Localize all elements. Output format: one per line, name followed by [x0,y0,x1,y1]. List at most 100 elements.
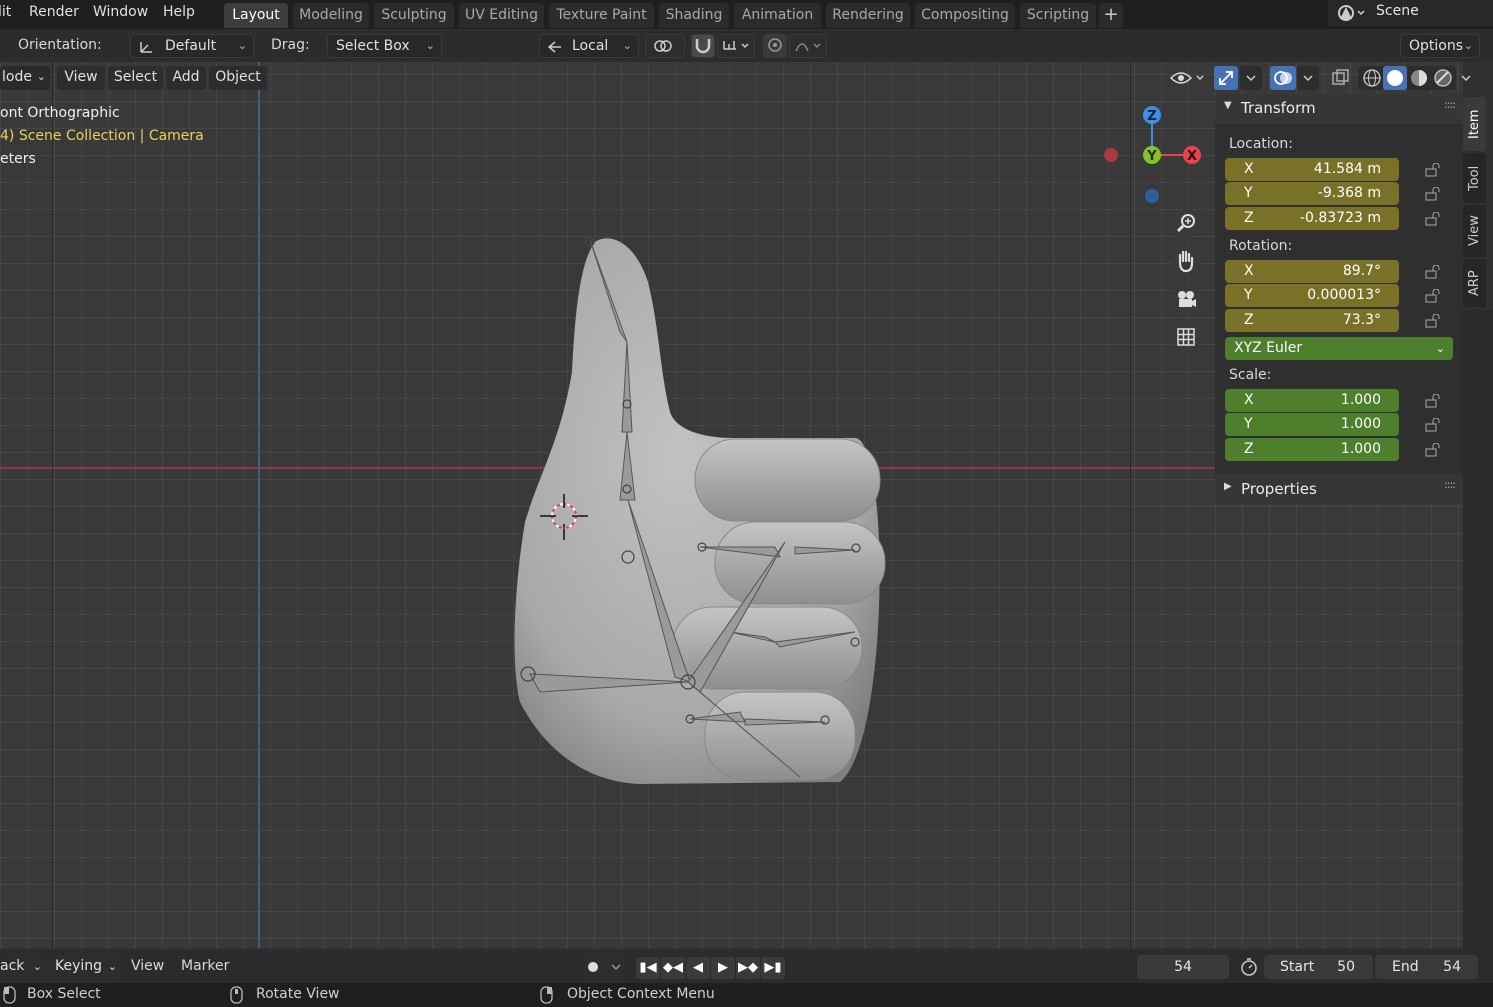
add-workspace-button[interactable]: + [1099,3,1123,28]
tab-sculpting[interactable]: Sculpting [374,3,454,28]
tab-compositing[interactable]: Compositing [915,3,1015,28]
pan-button[interactable] [1171,246,1201,276]
wireframe-shading-icon[interactable] [1360,66,1384,90]
tab-layout[interactable]: Layout [224,3,288,28]
tab-shading[interactable]: Shading [659,3,729,28]
drag-value: Select Box [336,38,410,54]
properties-panel-header[interactable]: ▶ Properties :::: [1215,474,1463,504]
zoom-button[interactable] [1171,208,1201,238]
lock-icon[interactable] [1425,265,1441,279]
lock-icon[interactable] [1425,187,1441,201]
next-keyframe-button[interactable]: ▶◆ [736,957,760,979]
record-toggle[interactable] [581,955,627,979]
rotation-y-field[interactable]: Y 0.000013° [1225,284,1399,307]
3d-cursor[interactable] [538,492,590,544]
status-left-text: Box Select [27,986,101,1002]
overlay-icon [1274,71,1292,85]
tab-rendering[interactable]: Rendering [826,3,910,28]
sidetab-view[interactable]: View [1463,205,1486,257]
gizmo-toggle[interactable] [1214,66,1238,90]
snap-link-button[interactable] [645,34,685,58]
playback-dropdown[interactable]: ack ⌄ [0,955,46,979]
scale-z-field[interactable]: Z 1.000 [1225,438,1399,461]
tab-texture-paint[interactable]: Texture Paint [549,3,654,28]
scale-x-field[interactable]: X 1.000 [1225,389,1399,412]
sidetab-item[interactable]: Item [1463,97,1486,151]
snap-toggle-button[interactable] [691,34,715,58]
tab-modeling[interactable]: Modeling [293,3,369,28]
location-y-field[interactable]: Y -9.368 m [1225,182,1399,205]
pivot-dropdown[interactable]: Local ⌄ [539,34,639,58]
gizmo-dropdown[interactable] [1240,66,1262,90]
pivot-value: Local [572,38,609,54]
sidetab-tool[interactable]: Tool [1463,153,1486,203]
visibility-dropdown[interactable] [1168,66,1208,90]
navigation-gizmo[interactable]: Z X Y [1096,104,1208,214]
rendered-shading-icon[interactable] [1431,66,1455,90]
play-button[interactable]: ▶ [711,957,735,979]
overlay-toggle[interactable] [1270,66,1296,90]
location-x-field[interactable]: X 41.584 m [1225,158,1399,181]
transform-title: Transform [1241,99,1316,117]
drag-handle-icon[interactable]: :::: [1444,98,1456,111]
select-menu[interactable]: Select [108,66,163,90]
xray-toggle[interactable] [1328,66,1352,90]
menu-help[interactable]: Help [163,4,195,20]
preview-range-toggle[interactable] [1237,955,1261,979]
lock-icon[interactable] [1425,443,1441,457]
jump-end-button[interactable]: ▶▮ [761,957,785,979]
menu-edit[interactable]: lit [0,4,11,20]
end-frame-field[interactable]: End 54 [1375,955,1478,979]
scale-y-field[interactable]: Y 1.000 [1225,413,1399,436]
tab-scripting[interactable]: Scripting [1020,3,1096,28]
object-menu[interactable]: Object [209,66,267,90]
menu-render[interactable]: Render [29,4,79,20]
tab-uv-editing[interactable]: UV Editing [459,3,544,28]
scene-name[interactable]: Scene [1376,3,1419,19]
transform-panel-header[interactable]: ▼ Transform :::: [1215,94,1463,124]
orientation-dropdown[interactable]: Default ⌄ [130,34,254,58]
rotation-mode-dropdown[interactable]: XYZ Euler ⌄ [1225,337,1453,360]
timeline-marker-menu[interactable]: Marker [181,958,229,974]
lock-icon[interactable] [1425,394,1441,408]
drag-dropdown[interactable]: Select Box ⌄ [327,34,442,58]
jump-start-button[interactable]: ▮◀ [636,957,660,979]
rotation-z-value: 73.3° [1342,312,1381,328]
proportional-edit-button[interactable] [763,34,787,58]
mode-dropdown[interactable]: lode ⌄ [0,66,50,90]
falloff-curve-icon [795,43,821,52]
scale-z-value: 1.000 [1340,441,1381,457]
rotation-x-field[interactable]: X 89.7° [1225,260,1399,283]
snap-target-dropdown[interactable] [717,34,755,58]
view-menu[interactable]: View [57,66,105,90]
rotation-z-field[interactable]: Z 73.3° [1225,309,1399,332]
scene-selector[interactable]: Scene [1328,0,1493,26]
lock-icon[interactable] [1425,212,1441,226]
prev-keyframe-button[interactable]: ◆◀ [661,957,685,979]
material-shading-icon[interactable] [1407,66,1431,90]
add-menu[interactable]: Add [166,66,206,90]
options-dropdown[interactable]: Options ⌄ [1400,34,1480,58]
lock-icon[interactable] [1425,314,1441,328]
location-z-field[interactable]: Z -0.83723 m [1225,207,1399,230]
sidetab-arp[interactable]: ARP [1463,259,1486,307]
timeline-view-menu[interactable]: View [131,958,164,974]
camera-view-button[interactable] [1171,284,1201,314]
play-reverse-button[interactable]: ◀ [686,957,710,979]
shading-dropdown[interactable] [1457,66,1477,90]
menu-window[interactable]: Window [93,4,148,20]
current-frame-field[interactable]: 54 [1137,955,1229,979]
start-frame-field[interactable]: Start 50 [1264,955,1373,979]
ortho-toggle-button[interactable] [1171,322,1201,352]
tab-animation[interactable]: Animation [734,3,821,28]
lock-icon[interactable] [1425,289,1441,303]
lock-icon[interactable] [1425,418,1441,432]
keying-dropdown[interactable]: Keying ⌄ [49,955,121,979]
lock-icon[interactable] [1425,163,1441,177]
overlay-dropdown[interactable] [1297,66,1319,90]
orientation-value: Default [165,38,217,54]
axis-label: Y [1244,185,1253,201]
falloff-dropdown[interactable] [789,34,827,58]
solid-shading-icon[interactable] [1383,66,1407,90]
drag-handle-icon[interactable]: :::: [1444,478,1456,491]
